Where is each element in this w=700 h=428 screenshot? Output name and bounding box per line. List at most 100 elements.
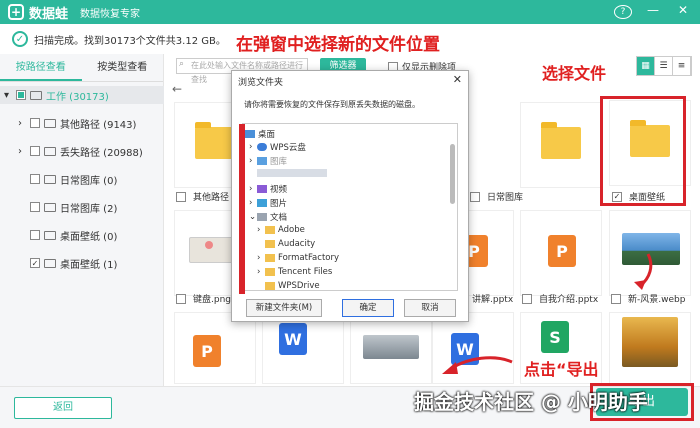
logo-plus-icon: + <box>8 4 24 20</box>
ppt-card[interactable]: P <box>174 312 256 384</box>
help-icon[interactable]: ? <box>614 3 632 19</box>
title-bar: + 数据蛙 数据恢复专家 ? — ✕ <box>0 0 700 24</box>
checkbox[interactable] <box>611 293 621 304</box>
card-label: 讲解.pptx <box>472 295 514 305</box>
checkbox[interactable] <box>522 293 532 304</box>
highlight-box <box>600 96 686 206</box>
chevron-right-icon[interactable]: › <box>257 267 265 277</box>
close-icon[interactable]: ✕ <box>674 3 692 19</box>
node-label: Tencent Files <box>278 267 333 277</box>
app-subtitle: 数据恢复专家 <box>80 8 141 20</box>
ok-button[interactable]: 确定 <box>342 299 394 317</box>
checkbox[interactable] <box>30 118 40 128</box>
cancel-button[interactable]: 取消 <box>404 299 456 317</box>
folder-card[interactable] <box>520 102 602 188</box>
tree-node-wps[interactable]: › WPS云盘 <box>249 141 306 153</box>
key-accent <box>205 241 213 249</box>
expand-icon[interactable]: ▾ <box>4 90 16 101</box>
card-caption: 讲解.pptx <box>472 292 513 305</box>
app-logo: + 数据蛙 <box>8 3 68 22</box>
folder-icon <box>44 202 56 212</box>
chevron-down-icon[interactable]: ⌄ <box>249 212 257 222</box>
minimize-icon[interactable]: — <box>644 3 662 19</box>
annotation-select-file: 选择文件 <box>542 64 607 83</box>
tree-item-wallpaper1[interactable]: ✓ 桌面壁纸 (1) <box>30 254 117 272</box>
folder-icon <box>44 230 56 240</box>
chevron-right-icon[interactable]: › <box>257 253 265 263</box>
left-panel: 按路径查看 按类型查看 ▾ 工作 (30173) › 其他路径 (9143) ›… <box>0 54 164 386</box>
checkbox[interactable] <box>30 230 40 240</box>
checkbox-checked[interactable]: ✓ <box>30 258 40 268</box>
tree-node-documents[interactable]: ⌄ 文档 <box>249 211 287 223</box>
chevron-right-icon[interactable]: › <box>18 118 30 129</box>
dialog-description: 请你将需要恢复的文件保存到原丢失数据的磁盘。 <box>244 100 420 109</box>
checkbox[interactable] <box>176 191 186 202</box>
detail-view-icon[interactable]: ≡ <box>673 57 691 75</box>
checkbox[interactable] <box>30 174 40 184</box>
node-label: Adobe <box>278 225 305 235</box>
tree-node-formatfactory[interactable]: › FormatFactory <box>257 253 339 263</box>
app-name: 数据蛙 <box>29 6 69 22</box>
checkbox[interactable] <box>470 191 480 202</box>
annotation-click-export: 点击“导出 <box>524 360 599 379</box>
tree-node-wpsdrive[interactable]: WPSDrive <box>265 281 320 290</box>
tree-node-gallery[interactable]: › 图库 <box>249 155 287 167</box>
tree-label: 桌面壁纸 (1) <box>60 259 118 271</box>
tree-node-adobe[interactable]: › Adobe <box>257 225 305 235</box>
image-card[interactable] <box>609 312 691 384</box>
tree-label: 日常图库 (2) <box>60 203 118 215</box>
tree-node-audacity[interactable]: Audacity <box>265 239 315 249</box>
tree-node-tencent[interactable]: › Tencent Files <box>257 267 332 277</box>
scrollbar[interactable] <box>450 144 455 204</box>
check-icon: ✓ <box>12 31 28 47</box>
folder-icon <box>265 282 275 290</box>
tree-item-wallpaper0[interactable]: 桌面壁纸 (0) <box>30 226 117 244</box>
checkbox[interactable] <box>30 146 40 156</box>
node-label: 文档 <box>270 213 288 223</box>
chevron-right-icon[interactable]: › <box>18 146 30 157</box>
checkbox[interactable] <box>176 293 186 304</box>
checkbox[interactable] <box>30 202 40 212</box>
folder-icon <box>265 240 275 248</box>
tree-item-other[interactable]: › 其他路径 (9143) <box>18 114 136 132</box>
tab-by-type[interactable]: 按类型查看 <box>82 54 164 81</box>
word-icon: W <box>279 323 307 355</box>
chevron-right-icon[interactable]: › <box>249 142 257 152</box>
node-label: 视频 <box>270 185 288 195</box>
back-button[interactable]: 返回 <box>14 397 112 419</box>
chevron-right-icon[interactable]: › <box>257 225 265 235</box>
tree-item-gallery2[interactable]: 日常图库 (2) <box>30 198 117 216</box>
landscape-image <box>363 335 419 359</box>
tree-item-lost[interactable]: › 丢失路径 (20988) <box>18 142 143 160</box>
folder-icon <box>541 122 581 159</box>
list-view-icon[interactable]: ☰ <box>655 57 673 75</box>
tree-node-videos[interactable]: › 视频 <box>249 183 287 195</box>
card-caption: 新-风景.webp <box>611 292 685 305</box>
node-label: 图库 <box>270 157 288 167</box>
tree-node-pictures[interactable]: › 图片 <box>249 197 287 209</box>
ppt-card[interactable]: P <box>520 210 602 296</box>
image-card[interactable] <box>350 312 432 384</box>
chevron-right-icon[interactable]: › <box>249 198 257 208</box>
word-card[interactable]: W <box>262 312 344 384</box>
red-arrow-icon <box>634 253 653 290</box>
folder-icon <box>44 146 56 156</box>
chevron-right-icon[interactable]: › <box>249 156 257 166</box>
browse-folder-dialog: 浏览文件夹 ✕ 请你将需要恢复的文件保存到原丢失数据的磁盘。 桌面 › WPS云盘… <box>231 70 469 322</box>
checkbox[interactable] <box>16 90 26 100</box>
chevron-right-icon[interactable]: › <box>249 184 257 194</box>
tree-node-desktop[interactable]: 桌面 <box>245 128 275 140</box>
new-folder-button[interactable]: 新建文件夹(M) <box>246 299 322 317</box>
ppt-icon: P <box>548 235 576 267</box>
node-label: WPS云盘 <box>270 143 306 153</box>
grid-view-icon[interactable]: ▦ <box>637 57 655 75</box>
folder-icon <box>265 226 275 234</box>
dialog-close-icon[interactable]: ✕ <box>453 73 462 86</box>
card-caption: 自我介绍.pptx <box>522 292 598 305</box>
tree-item-gallery0[interactable]: 日常图库 (0) <box>30 170 117 188</box>
card-label: 新-风景.webp <box>628 295 686 305</box>
tree-root[interactable]: ▾ 工作 (30173) <box>0 86 164 104</box>
tab-by-path[interactable]: 按路径查看 <box>0 54 82 81</box>
folder-icon <box>44 118 56 128</box>
back-arrow-icon[interactable]: ← <box>172 82 182 96</box>
